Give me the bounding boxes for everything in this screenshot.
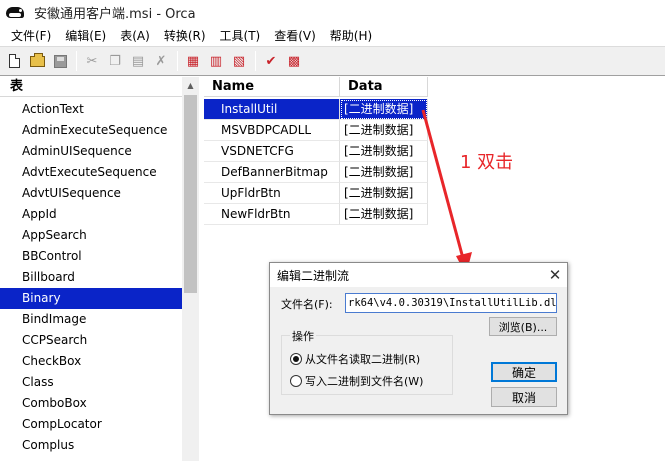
table-row[interactable]: InstallUtil [二进制数据] <box>204 99 428 120</box>
menu-view[interactable]: 查看(V) <box>267 27 323 44</box>
cell-data[interactable]: [二进制数据] <box>340 183 428 204</box>
cell-name[interactable]: UpFldrBtn <box>204 183 340 204</box>
cell-name[interactable]: NewFldrBtn <box>204 204 340 225</box>
delete-icon[interactable]: ✗ <box>150 50 172 72</box>
read-from-file-label: 从文件名读取二进制(R) <box>305 353 421 366</box>
table-item[interactable]: Complus <box>0 435 182 456</box>
action-group-label: 操作 <box>290 328 316 344</box>
write-to-file-label: 写入二进制到文件名(W) <box>305 375 424 388</box>
add-row-icon[interactable]: ▥ <box>205 50 227 72</box>
menu-edit[interactable]: 编辑(E) <box>58 27 113 44</box>
column-header-data[interactable]: Data <box>340 77 428 97</box>
table-item[interactable]: CompLocator <box>0 414 182 435</box>
tables-header: 表 <box>0 77 182 97</box>
scrollbar-thumb[interactable] <box>184 95 197 293</box>
radio-checked-icon[interactable] <box>290 353 302 365</box>
cell-data[interactable]: [二进制数据] <box>340 162 428 183</box>
edit-binary-stream-dialog: 编辑二进制流 ✕ 文件名(F): rk64\v4.0.30319\Install… <box>269 262 568 415</box>
table-item[interactable]: AppId <box>0 204 182 225</box>
open-icon[interactable] <box>26 50 48 72</box>
column-header-name[interactable]: Name <box>204 77 340 97</box>
cancel-button[interactable]: 取消 <box>491 387 557 407</box>
cell-data[interactable]: [二进制数据] <box>340 120 428 141</box>
table-item[interactable]: AdvtUISequence <box>0 183 182 204</box>
add-table-icon[interactable]: ▦ <box>182 50 204 72</box>
table-item[interactable]: CheckBox <box>0 351 182 372</box>
table-item[interactable]: Class <box>0 372 182 393</box>
table-item[interactable]: AdvtExecuteSequence <box>0 162 182 183</box>
action-group: 操作 从文件名读取二进制(R) 写入二进制到文件名(W) <box>281 328 453 395</box>
table-row[interactable]: UpFldrBtn [二进制数据] <box>204 183 428 204</box>
toolbar: ✂ ❐ ▤ ✗ ▦ ▥ ▧ ✔ ▩ <box>0 46 665 76</box>
toolbar-separator <box>177 51 178 71</box>
copy-icon[interactable]: ❐ <box>104 50 126 72</box>
ok-button[interactable]: 确定 <box>491 362 557 382</box>
menu-tables[interactable]: 表(A) <box>113 27 157 44</box>
menu-file[interactable]: 文件(F) <box>4 27 58 44</box>
radio-unchecked-icon[interactable] <box>290 375 302 387</box>
table-row[interactable]: DefBannerBitmap [二进制数据] <box>204 162 428 183</box>
table-item[interactable]: CCPSearch <box>0 330 182 351</box>
file-name-input[interactable]: rk64\v4.0.30319\InstallUtilLib.dll <box>345 293 557 313</box>
table-item[interactable]: BindImage <box>0 309 182 330</box>
orca-app-icon <box>6 4 26 20</box>
validate-icon[interactable]: ✔ <box>260 50 282 72</box>
menu-transform[interactable]: 转换(R) <box>157 27 213 44</box>
table-item[interactable]: ComboBox <box>0 393 182 414</box>
cut-icon[interactable]: ✂ <box>81 50 103 72</box>
table-item-selected[interactable]: Binary <box>0 288 182 309</box>
menu-help[interactable]: 帮助(H) <box>323 27 379 44</box>
table-item[interactable]: AdminExecuteSequence <box>0 120 182 141</box>
tables-scrollbar[interactable]: ▲ <box>182 77 199 461</box>
table-row[interactable]: VSDNETCFG [二进制数据] <box>204 141 428 162</box>
table-item[interactable]: BBControl <box>0 246 182 267</box>
close-icon[interactable]: ✕ <box>543 264 567 286</box>
table-row[interactable]: MSVBDPCADLL [二进制数据] <box>204 120 428 141</box>
read-from-file-option[interactable]: 从文件名读取二进制(R) <box>290 351 420 367</box>
cell-name[interactable]: DefBannerBitmap <box>204 162 340 183</box>
title-bar: 安徽通用客户端.msi - Orca <box>0 0 665 24</box>
paste-icon[interactable]: ▤ <box>127 50 149 72</box>
dialog-title-bar: 编辑二进制流 ✕ <box>270 263 567 287</box>
menu-tools[interactable]: 工具(T) <box>213 27 268 44</box>
new-icon[interactable] <box>3 50 25 72</box>
write-to-file-option[interactable]: 写入二进制到文件名(W) <box>290 373 423 389</box>
grid-header: Name Data <box>204 77 428 97</box>
scroll-up-arrow-icon[interactable]: ▲ <box>182 77 199 94</box>
browse-button[interactable]: 浏览(B)... <box>489 317 557 336</box>
table-item[interactable]: ActionText <box>0 99 182 120</box>
annotation-step1: 1 双击 <box>460 152 514 173</box>
cell-data[interactable]: [二进制数据] <box>340 204 428 225</box>
drop-table-icon[interactable]: ▧ <box>228 50 250 72</box>
file-name-label: 文件名(F): <box>281 298 333 311</box>
table-item[interactable]: AdminUISequence <box>0 141 182 162</box>
tables-list: ActionText AdminExecuteSequence AdminUIS… <box>0 99 182 456</box>
toolbar-separator <box>76 51 77 71</box>
window-title: 安徽通用客户端.msi - Orca <box>34 6 196 22</box>
grid-rows: InstallUtil [二进制数据] MSVBDPCADLL [二进制数据] … <box>204 99 428 225</box>
table-item[interactable]: AppSearch <box>0 225 182 246</box>
cell-name[interactable]: VSDNETCFG <box>204 141 340 162</box>
tables-panel: 表 ActionText AdminExecuteSequence AdminU… <box>0 77 199 461</box>
toolbar-separator <box>255 51 256 71</box>
cell-name[interactable]: MSVBDPCADLL <box>204 120 340 141</box>
table-row[interactable]: NewFldrBtn [二进制数据] <box>204 204 428 225</box>
dialog-title: 编辑二进制流 <box>277 268 350 283</box>
properties-icon[interactable]: ▩ <box>283 50 305 72</box>
cell-name[interactable]: InstallUtil <box>204 99 340 120</box>
cell-data[interactable]: [二进制数据] <box>340 99 428 120</box>
table-item[interactable]: Billboard <box>0 267 182 288</box>
save-icon[interactable] <box>49 50 71 72</box>
menu-bar: 文件(F) 编辑(E) 表(A) 转换(R) 工具(T) 查看(V) 帮助(H) <box>0 24 665 46</box>
cell-data[interactable]: [二进制数据] <box>340 141 428 162</box>
